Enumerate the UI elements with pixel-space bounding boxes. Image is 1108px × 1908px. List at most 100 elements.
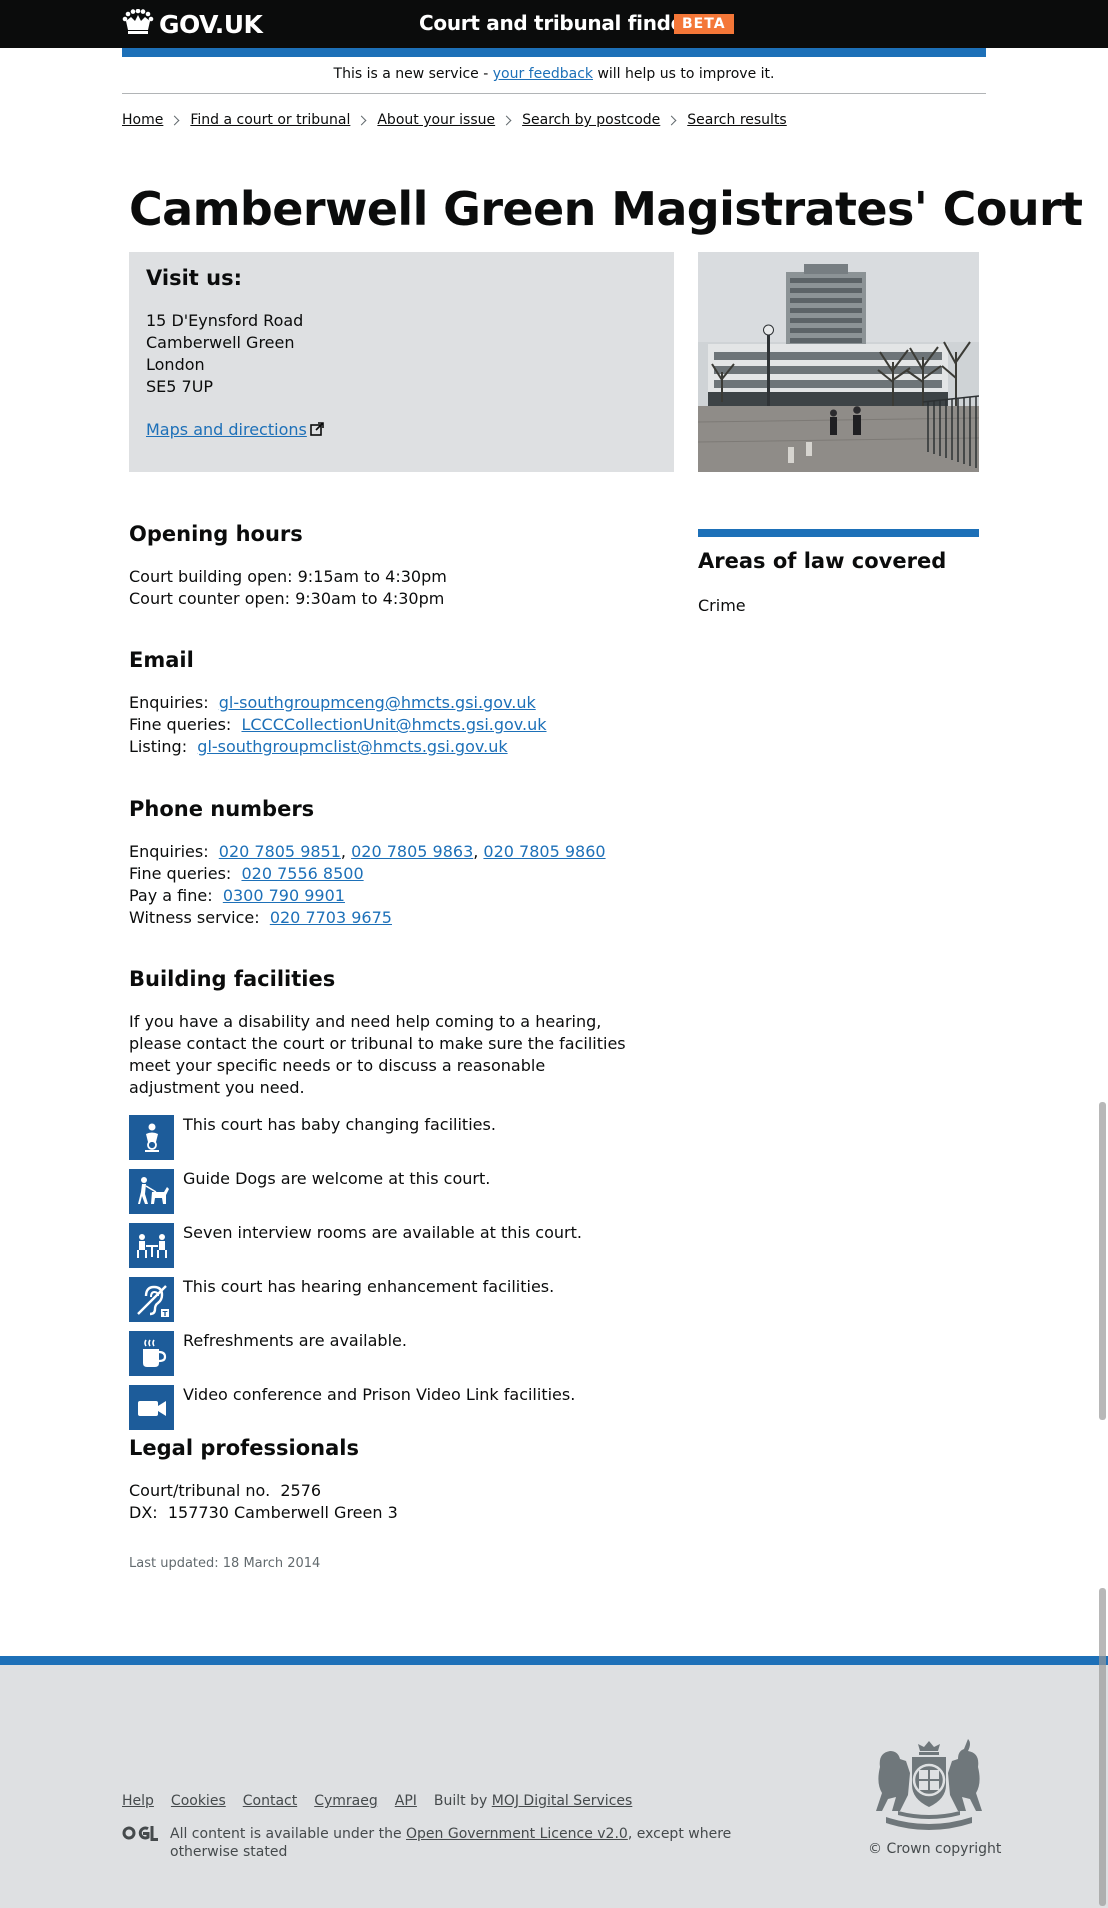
page-title: Camberwell Green Magistrates' Court xyxy=(129,182,1083,236)
facility-item: Video conference and Prison Video Link f… xyxy=(129,1385,629,1430)
phase-banner-text-before: This is a new service - xyxy=(333,66,493,82)
email-fine-queries-link[interactable]: LCCCCollectionUnit@hmcts.gsi.gov.uk xyxy=(241,715,546,734)
phone-enquiries-link[interactable]: 020 7805 9863 xyxy=(351,842,473,861)
email-listing-link[interactable]: gl-southgroupmclist@hmcts.gsi.gov.uk xyxy=(197,737,507,756)
areas-of-law-heading: Areas of law covered xyxy=(698,549,947,573)
chevron-right-icon xyxy=(169,115,180,125)
moj-digital-link[interactable]: MOJ Digital Services xyxy=(492,1793,633,1809)
breadcrumb-about-issue[interactable]: About your issue xyxy=(377,112,495,128)
video-camera-icon xyxy=(129,1385,174,1430)
ogl-licence-link[interactable]: Open Government Licence v2.0 xyxy=(406,1826,628,1842)
phone-label: Enquiries: xyxy=(129,842,209,861)
phone-row: Witness service: 020 7703 9675 xyxy=(129,907,649,929)
facility-text: Refreshments are available. xyxy=(183,1331,407,1350)
scrollbar-thumb[interactable] xyxy=(1099,1102,1106,1420)
baby-changing-icon xyxy=(129,1115,174,1160)
area-of-law-item: Crime xyxy=(698,596,746,615)
facility-text: Video conference and Prison Video Link f… xyxy=(183,1385,576,1404)
facilities-intro: If you have a disability and need help c… xyxy=(129,1012,626,1097)
interview-room-icon xyxy=(129,1223,174,1268)
email-row: Enquiries: gl-southgroupmceng@hmcts.gsi.… xyxy=(129,692,649,714)
phone-witness-service-link[interactable]: 020 7703 9675 xyxy=(270,908,392,927)
legal-professionals-section: Legal professionals Court/tribunal no. 2… xyxy=(129,1436,649,1524)
licence-text: All content is available under the Open … xyxy=(170,1825,760,1861)
address-postcode: SE5 7UP xyxy=(146,377,214,396)
facility-item: Refreshments are available. xyxy=(129,1331,629,1376)
facility-item: Guide Dogs are welcome at this court. xyxy=(129,1169,629,1214)
guide-dog-icon xyxy=(129,1169,174,1214)
court-number-value: 2576 xyxy=(280,1481,322,1500)
facility-text: Guide Dogs are welcome at this court. xyxy=(183,1169,491,1188)
breadcrumb-find-court[interactable]: Find a court or tribunal xyxy=(190,112,350,128)
refreshments-icon xyxy=(129,1331,174,1376)
address-line: 15 D'Eynsford Road xyxy=(146,311,304,330)
phone-label: Pay a fine: xyxy=(129,886,213,905)
footer-link-api[interactable]: API xyxy=(395,1793,417,1809)
phone-label: Fine queries: xyxy=(129,864,232,883)
footer-link-contact[interactable]: Contact xyxy=(243,1793,297,1809)
chevron-right-icon xyxy=(356,115,367,125)
phone-fine-queries-link[interactable]: 020 7556 8500 xyxy=(241,864,363,883)
phone-enquiries-link[interactable]: 020 7805 9851 xyxy=(219,842,341,861)
email-section: Email Enquiries: gl-southgroupmceng@hmct… xyxy=(129,648,649,758)
footer-link-cymraeg[interactable]: Cymraeg xyxy=(314,1793,378,1809)
opening-hours-line: Court building open: 9:15am to 4:30pm xyxy=(129,567,447,586)
facility-item: T This court has hearing enhancement fac… xyxy=(129,1277,629,1322)
facility-text: This court has hearing enhancement facil… xyxy=(183,1277,555,1296)
email-row: Fine queries: LCCCCollectionUnit@hmcts.g… xyxy=(129,714,649,736)
phase-banner: This is a new service - your feedback wi… xyxy=(122,62,986,94)
court-building-photo xyxy=(698,252,979,472)
chevron-right-icon xyxy=(501,115,512,125)
phase-banner-text-after: will help us to improve it. xyxy=(593,66,775,82)
email-heading: Email xyxy=(129,648,194,672)
aside-blue-rule xyxy=(698,529,979,537)
opening-hours-line: Court counter open: 9:30am to 4:30pm xyxy=(129,589,445,608)
chevron-right-icon xyxy=(666,115,677,125)
dx-label: DX: xyxy=(129,1503,158,1522)
email-enquiries-link[interactable]: gl-southgroupmceng@hmcts.gsi.gov.uk xyxy=(219,693,536,712)
footer-link-cookies[interactable]: Cookies xyxy=(171,1793,226,1809)
crown-copyright: © Crown copyright xyxy=(868,1841,1001,1857)
govuk-logo-link[interactable]: GOV.UK xyxy=(122,8,263,39)
address-line: London xyxy=(146,355,205,374)
facility-item: This court has baby changing facilities. xyxy=(129,1115,629,1160)
footer-links: Help Cookies Contact Cymraeg API Built b… xyxy=(122,1793,632,1809)
scrollbar-thumb[interactable] xyxy=(1099,1588,1106,1906)
email-label: Listing: xyxy=(129,737,188,756)
email-label: Fine queries: xyxy=(129,715,232,734)
phone-row: Pay a fine: 0300 790 9901 xyxy=(129,885,649,907)
facility-item: Seven interview rooms are available at t… xyxy=(129,1223,629,1268)
licence-text-before: All content is available under the xyxy=(170,1826,407,1842)
phone-enquiries-link[interactable]: 020 7805 9860 xyxy=(483,842,605,861)
built-by: Built by MOJ Digital Services xyxy=(434,1793,632,1809)
breadcrumb-search-postcode[interactable]: Search by postcode xyxy=(522,112,660,128)
dx-row: DX: 157730 Camberwell Green 3 xyxy=(129,1502,649,1524)
breadcrumb: Home Find a court or tribunal About your… xyxy=(122,112,787,128)
phone-row: Enquiries: 020 7805 9851, 020 7805 9863,… xyxy=(129,842,606,861)
court-number-row: Court/tribunal no. 2576 xyxy=(129,1480,649,1502)
email-row: Listing: gl-southgroupmclist@hmcts.gsi.g… xyxy=(129,736,649,758)
address-line: Camberwell Green xyxy=(146,333,295,352)
crown-copyright-link[interactable]: © Crown copyright xyxy=(868,1841,1001,1857)
facility-text: This court has baby changing facilities. xyxy=(183,1115,496,1134)
maps-directions-link[interactable]: Maps and directions xyxy=(146,420,324,439)
external-link-icon xyxy=(310,421,324,436)
royal-coat-of-arms-icon xyxy=(872,1737,986,1833)
phone-label: Witness service: xyxy=(129,908,260,927)
visit-us-panel: Visit us: 15 D'Eynsford Road Camberwell … xyxy=(129,252,674,472)
building-facilities-section: Building facilities If you have a disabi… xyxy=(129,967,629,1439)
visit-us-heading: Visit us: xyxy=(146,266,242,290)
crown-icon xyxy=(122,8,154,39)
breadcrumb-search-results[interactable]: Search results xyxy=(687,112,786,128)
breadcrumb-home[interactable]: Home xyxy=(122,112,163,128)
header-blue-rule xyxy=(122,48,986,57)
phone-pay-fine-link[interactable]: 0300 790 9901 xyxy=(223,886,345,905)
footer-link-help[interactable]: Help xyxy=(122,1793,154,1809)
footer: Help Cookies Contact Cymraeg API Built b… xyxy=(0,1656,1108,1908)
phone-numbers-section: Phone numbers Enquiries: 020 7805 9851, … xyxy=(129,797,649,929)
service-name-link[interactable]: Court and tribunal finder xyxy=(419,11,694,35)
feedback-link[interactable]: your feedback xyxy=(493,66,593,82)
legal-professionals-heading: Legal professionals xyxy=(129,1436,359,1460)
opening-hours-heading: Opening hours xyxy=(129,522,303,546)
court-address: 15 D'Eynsford Road Camberwell Green Lond… xyxy=(146,310,657,398)
